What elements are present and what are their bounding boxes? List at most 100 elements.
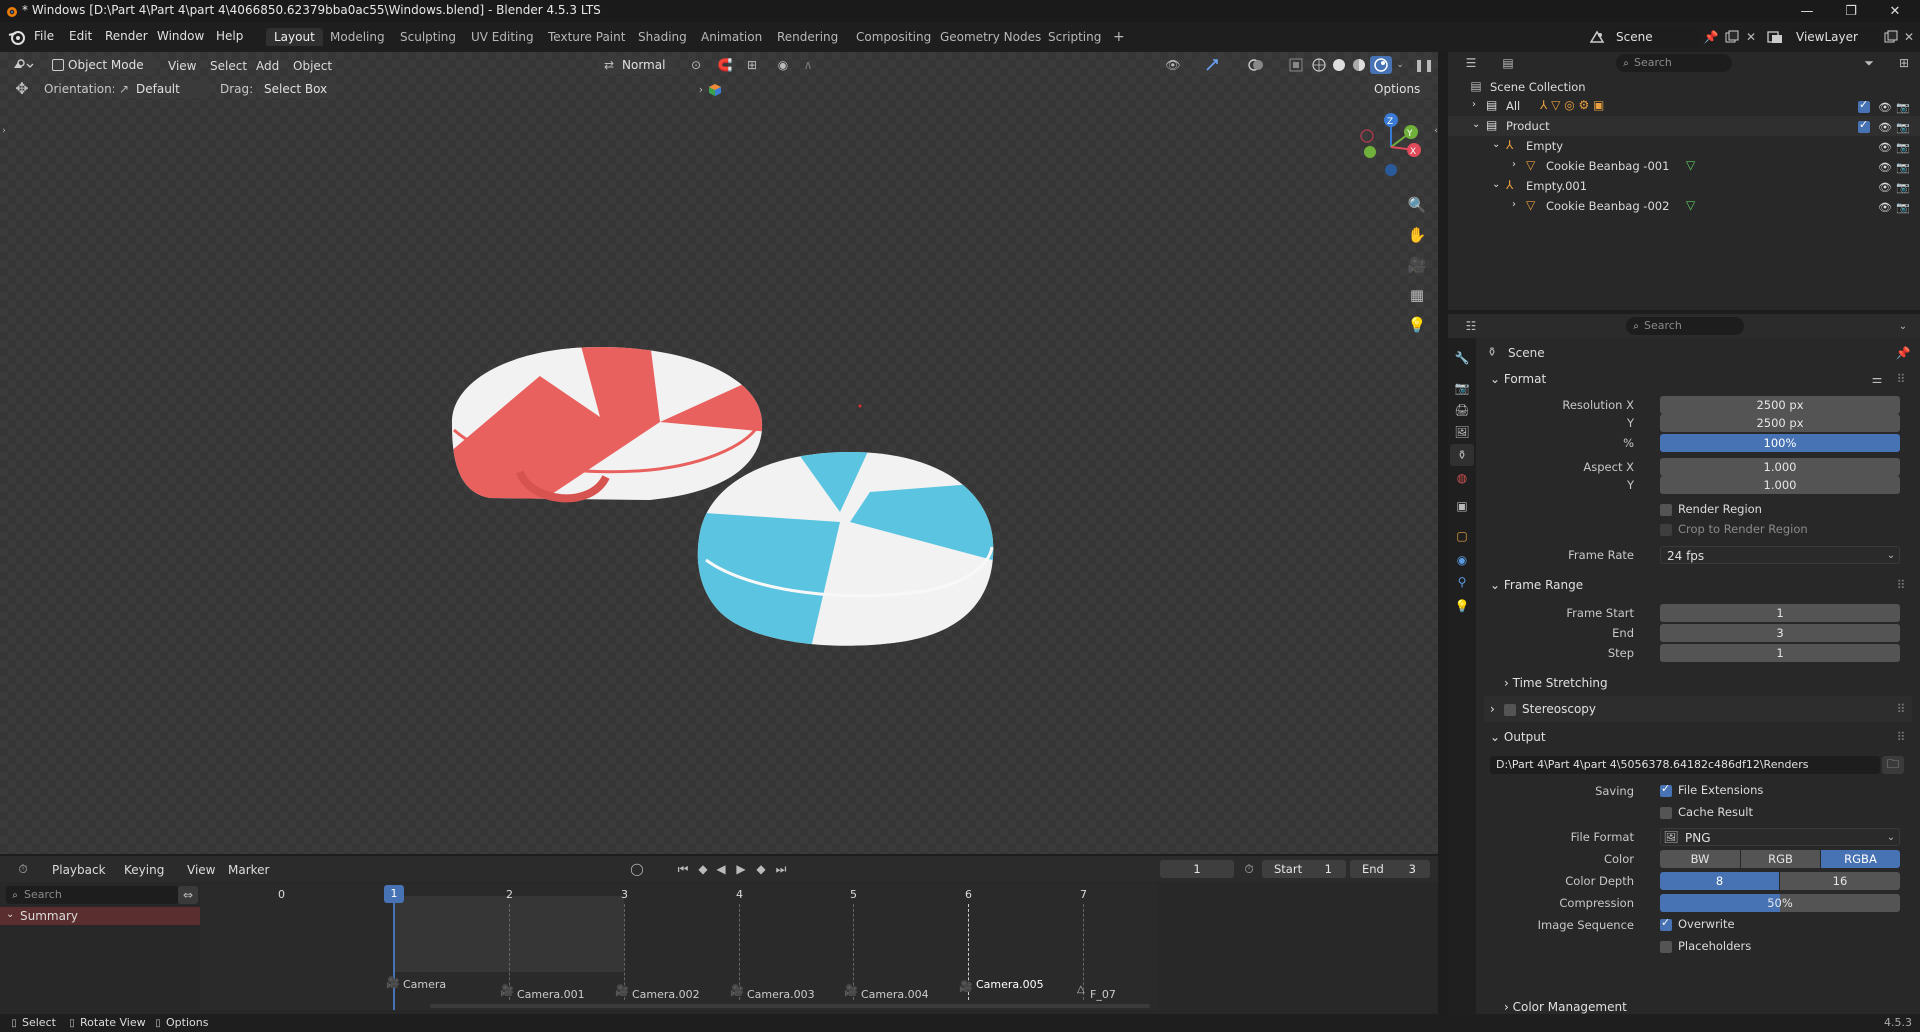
menu-playback[interactable]: Playback xyxy=(52,863,106,877)
shading-dropdown-icon[interactable]: ⌄ xyxy=(1394,56,1406,74)
collapse-chevron-icon[interactable]: ⌄ xyxy=(1492,179,1500,190)
tab-animation[interactable]: Animation xyxy=(693,28,770,46)
options-button[interactable]: Options xyxy=(1368,80,1432,98)
eye-icon[interactable]: 👁 xyxy=(1878,98,1892,118)
gizmo-toggle-icon[interactable] xyxy=(1196,56,1228,74)
tab-modeling[interactable]: Modeling xyxy=(322,28,393,46)
frame-end-field[interactable]: 3 xyxy=(1660,624,1900,642)
new-collection-icon[interactable]: ⊞ xyxy=(1894,54,1914,72)
visibility-icon[interactable]: 👁 xyxy=(1158,56,1188,74)
end-frame-field[interactable]: End 3 xyxy=(1350,860,1430,878)
auto-keying-icon[interactable]: ◯ xyxy=(628,860,646,878)
delete-scene-icon[interactable]: ✕ xyxy=(1744,28,1758,46)
eye-icon[interactable]: 👁 xyxy=(1878,118,1892,138)
file-format-select[interactable]: PNG xyxy=(1660,828,1900,846)
drag-handle-icon[interactable]: ⠿ xyxy=(1892,370,1910,388)
cache-result-checkbox[interactable] xyxy=(1660,807,1672,819)
stereoscopy-title[interactable]: Stereoscopy xyxy=(1522,702,1596,716)
output-section-header[interactable]: ⌄ Output xyxy=(1490,730,1546,744)
object-tab-icon[interactable]: ▢ xyxy=(1452,526,1472,546)
outliner-row-beanbag-002[interactable]: › ▽ Cookie Beanbag -002 ▽ xyxy=(1448,196,1920,216)
camera-render-icon[interactable]: 📷 xyxy=(1896,178,1910,198)
camera-render-icon[interactable]: 📷 xyxy=(1896,138,1910,158)
expand-chevron-icon[interactable]: › xyxy=(1512,159,1516,170)
tab-uv-editing[interactable]: UV Editing xyxy=(463,28,542,46)
compression-slider[interactable]: 50% xyxy=(1660,894,1900,912)
eye-icon[interactable]: 👁 xyxy=(1878,138,1892,158)
outliner-editor-type-icon[interactable]: ☰ xyxy=(1456,54,1486,72)
scene-selector[interactable]: Scene xyxy=(1610,28,1700,46)
play-reverse-icon[interactable]: ◀ xyxy=(714,860,728,878)
toolbar-toggle-icon[interactable]: › xyxy=(0,124,8,138)
timeline-editor-type-icon[interactable]: ⏱ xyxy=(8,860,38,878)
outliner-row-empty-001[interactable]: ⌄ ⅄ Empty.001 xyxy=(1448,176,1920,196)
outliner-row-beanbag-001[interactable]: › ▽ Cookie Beanbag -001 ▽ xyxy=(1448,156,1920,176)
pin-context-icon[interactable]: 📌 xyxy=(1894,344,1912,362)
collection-tab-icon[interactable]: ▣ xyxy=(1452,496,1472,516)
modifiers-tab-icon[interactable]: ◉ xyxy=(1452,550,1472,570)
camera-render-icon[interactable]: 📷 xyxy=(1896,158,1910,178)
menu-file[interactable]: File xyxy=(34,29,54,43)
editor-type-icon[interactable] xyxy=(8,56,38,74)
tab-scripting[interactable]: Scripting xyxy=(1040,28,1109,46)
outliner-row-empty[interactable]: ⌄ ⅄ Empty xyxy=(1448,136,1920,156)
display-mode-icon[interactable]: ▤ xyxy=(1494,54,1522,72)
color-rgb-option[interactable]: RGB xyxy=(1741,850,1820,868)
summary-channel[interactable]: ⌄ Summary xyxy=(0,907,200,925)
maximize-button[interactable]: ❐ xyxy=(1828,0,1874,22)
menu-window[interactable]: Window xyxy=(157,29,204,43)
zoom-icon[interactable]: 🔍 xyxy=(1406,194,1428,216)
camera-render-icon[interactable]: 📷 xyxy=(1896,198,1910,218)
mode-selector[interactable]: Object Mode xyxy=(48,56,156,74)
frame-rate-select[interactable]: 24 fps xyxy=(1660,546,1900,564)
playhead[interactable] xyxy=(393,903,395,1010)
expand-chevron-icon[interactable]: › xyxy=(1472,99,1476,110)
time-stretching-section-header[interactable]: › Time Stretching xyxy=(1504,676,1608,690)
marker-camera[interactable]: Camera xyxy=(403,978,446,991)
eye-icon[interactable]: 👁 xyxy=(1878,178,1892,198)
properties-search-input[interactable]: Search xyxy=(1626,317,1744,335)
placeholders-checkbox[interactable] xyxy=(1660,941,1672,953)
frame-range-section-header[interactable]: ⌄ Frame Range xyxy=(1490,578,1583,592)
pan-hand-icon[interactable]: ✋ xyxy=(1406,224,1428,246)
tab-shading[interactable]: Shading xyxy=(630,28,695,46)
marker-camera-003[interactable]: Camera.003 xyxy=(747,988,815,1001)
jump-end-icon[interactable]: ⏭ xyxy=(774,860,788,878)
tab-texture-paint[interactable]: Texture Paint xyxy=(540,28,633,46)
marker-camera-005[interactable]: Camera.005 xyxy=(976,978,1044,991)
wireframe-shading-icon[interactable] xyxy=(1310,56,1328,74)
constraints-tab-icon[interactable]: ⚲ xyxy=(1452,572,1472,592)
collapse-chevron-icon[interactable]: ⌄ xyxy=(1492,139,1500,150)
drag-handle-icon[interactable]: ⠿ xyxy=(1892,700,1910,718)
falloff-icon[interactable]: ∧ xyxy=(794,56,822,74)
tab-sculpting[interactable]: Sculpting xyxy=(392,28,464,46)
tool-tab-icon[interactable]: 🔧 xyxy=(1452,348,1472,368)
data-tab-icon[interactable]: 💡 xyxy=(1452,596,1472,616)
color-depth-8-option[interactable]: 8 xyxy=(1660,872,1779,890)
timeline-scrollbar[interactable] xyxy=(430,1004,1150,1008)
pause-render-icon[interactable]: ❚❚ xyxy=(1414,56,1434,74)
light-bulb-icon[interactable]: 💡 xyxy=(1406,314,1428,336)
filter-icon[interactable]: ⏷ xyxy=(1854,54,1884,72)
blue-beanbag[interactable] xyxy=(690,442,1000,652)
sidebar-toggle-icon[interactable]: ‹ xyxy=(1432,124,1440,138)
perspective-grid-icon[interactable]: ▦ xyxy=(1406,284,1428,306)
snap-icon[interactable]: 🧲 xyxy=(714,56,736,74)
view-layer-selector[interactable]: ViewLayer xyxy=(1790,28,1880,46)
menu-object[interactable]: Object xyxy=(293,59,332,73)
overwrite-checkbox[interactable] xyxy=(1660,916,1672,931)
solid-shading-icon[interactable] xyxy=(1330,56,1348,74)
expand-chevron-icon[interactable]: › xyxy=(1512,199,1516,210)
output-tab-icon[interactable]: 🖨 xyxy=(1452,400,1472,420)
color-rgba-option[interactable]: RGBA xyxy=(1821,850,1900,868)
new-scene-icon[interactable] xyxy=(1722,28,1742,46)
marker-camera-002[interactable]: Camera.002 xyxy=(632,988,700,1001)
stopwatch-icon[interactable]: ⏱ xyxy=(1240,860,1258,878)
rendered-shading-icon[interactable] xyxy=(1370,56,1392,74)
tab-rendering[interactable]: Rendering xyxy=(769,28,846,46)
3d-viewport[interactable]: Object Mode View Select Add Object Norma… xyxy=(0,52,1438,854)
presets-icon[interactable]: ⚌ xyxy=(1868,370,1886,388)
menu-select[interactable]: Select xyxy=(210,59,247,73)
crop-region-checkbox[interactable] xyxy=(1660,524,1672,536)
sync-icon[interactable]: ⇔ xyxy=(178,886,198,904)
